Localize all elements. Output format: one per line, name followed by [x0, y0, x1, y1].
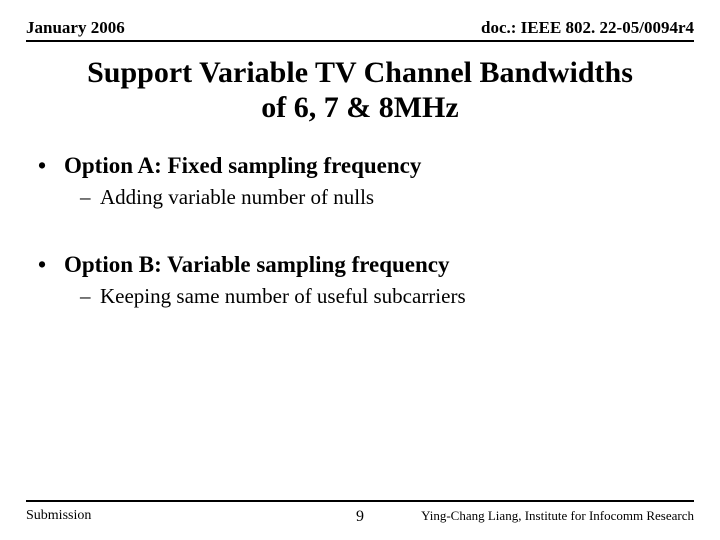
- spacer: [38, 216, 682, 252]
- title-line2: of 6, 7 & 8MHz: [261, 91, 458, 124]
- subbullet-option-b-1: –Keeping same number of useful subcarrie…: [80, 284, 682, 309]
- footer-author: Ying-Chang Liang, Institute for Infocomm…: [421, 508, 694, 524]
- dash-icon: –: [80, 185, 100, 210]
- slide-footer: Submission 9 Ying-Chang Liang, Institute…: [26, 508, 694, 524]
- slide-content: •Option A: Fixed sampling frequency –Add…: [38, 153, 682, 309]
- footer-left: Submission: [26, 508, 91, 524]
- option-a-sub1: Adding variable number of nulls: [100, 185, 374, 209]
- slide-title: Support Variable TV Channel Bandwidths o…: [30, 56, 690, 125]
- option-a-label: Option A: Fixed sampling frequency: [64, 153, 421, 178]
- bullet-option-a: •Option A: Fixed sampling frequency: [38, 153, 682, 179]
- header-docnum: doc.: IEEE 802. 22-05/0094r4: [481, 18, 694, 38]
- subbullet-option-a-1: –Adding variable number of nulls: [80, 185, 682, 210]
- title-line1: Support Variable TV Channel Bandwidths: [87, 56, 633, 89]
- slide-header: January 2006 doc.: IEEE 802. 22-05/0094r…: [0, 0, 720, 38]
- bullet-dot-icon: •: [38, 252, 64, 278]
- footer-page-number: 9: [356, 508, 364, 526]
- bullet-option-b: •Option B: Variable sampling frequency: [38, 252, 682, 278]
- footer-rule: [26, 500, 694, 502]
- dash-icon: –: [80, 284, 100, 309]
- bullet-dot-icon: •: [38, 153, 64, 179]
- option-b-sub1: Keeping same number of useful subcarrier…: [100, 284, 466, 308]
- option-b-label: Option B: Variable sampling frequency: [64, 252, 450, 277]
- header-rule: [26, 40, 694, 42]
- header-date: January 2006: [26, 18, 125, 38]
